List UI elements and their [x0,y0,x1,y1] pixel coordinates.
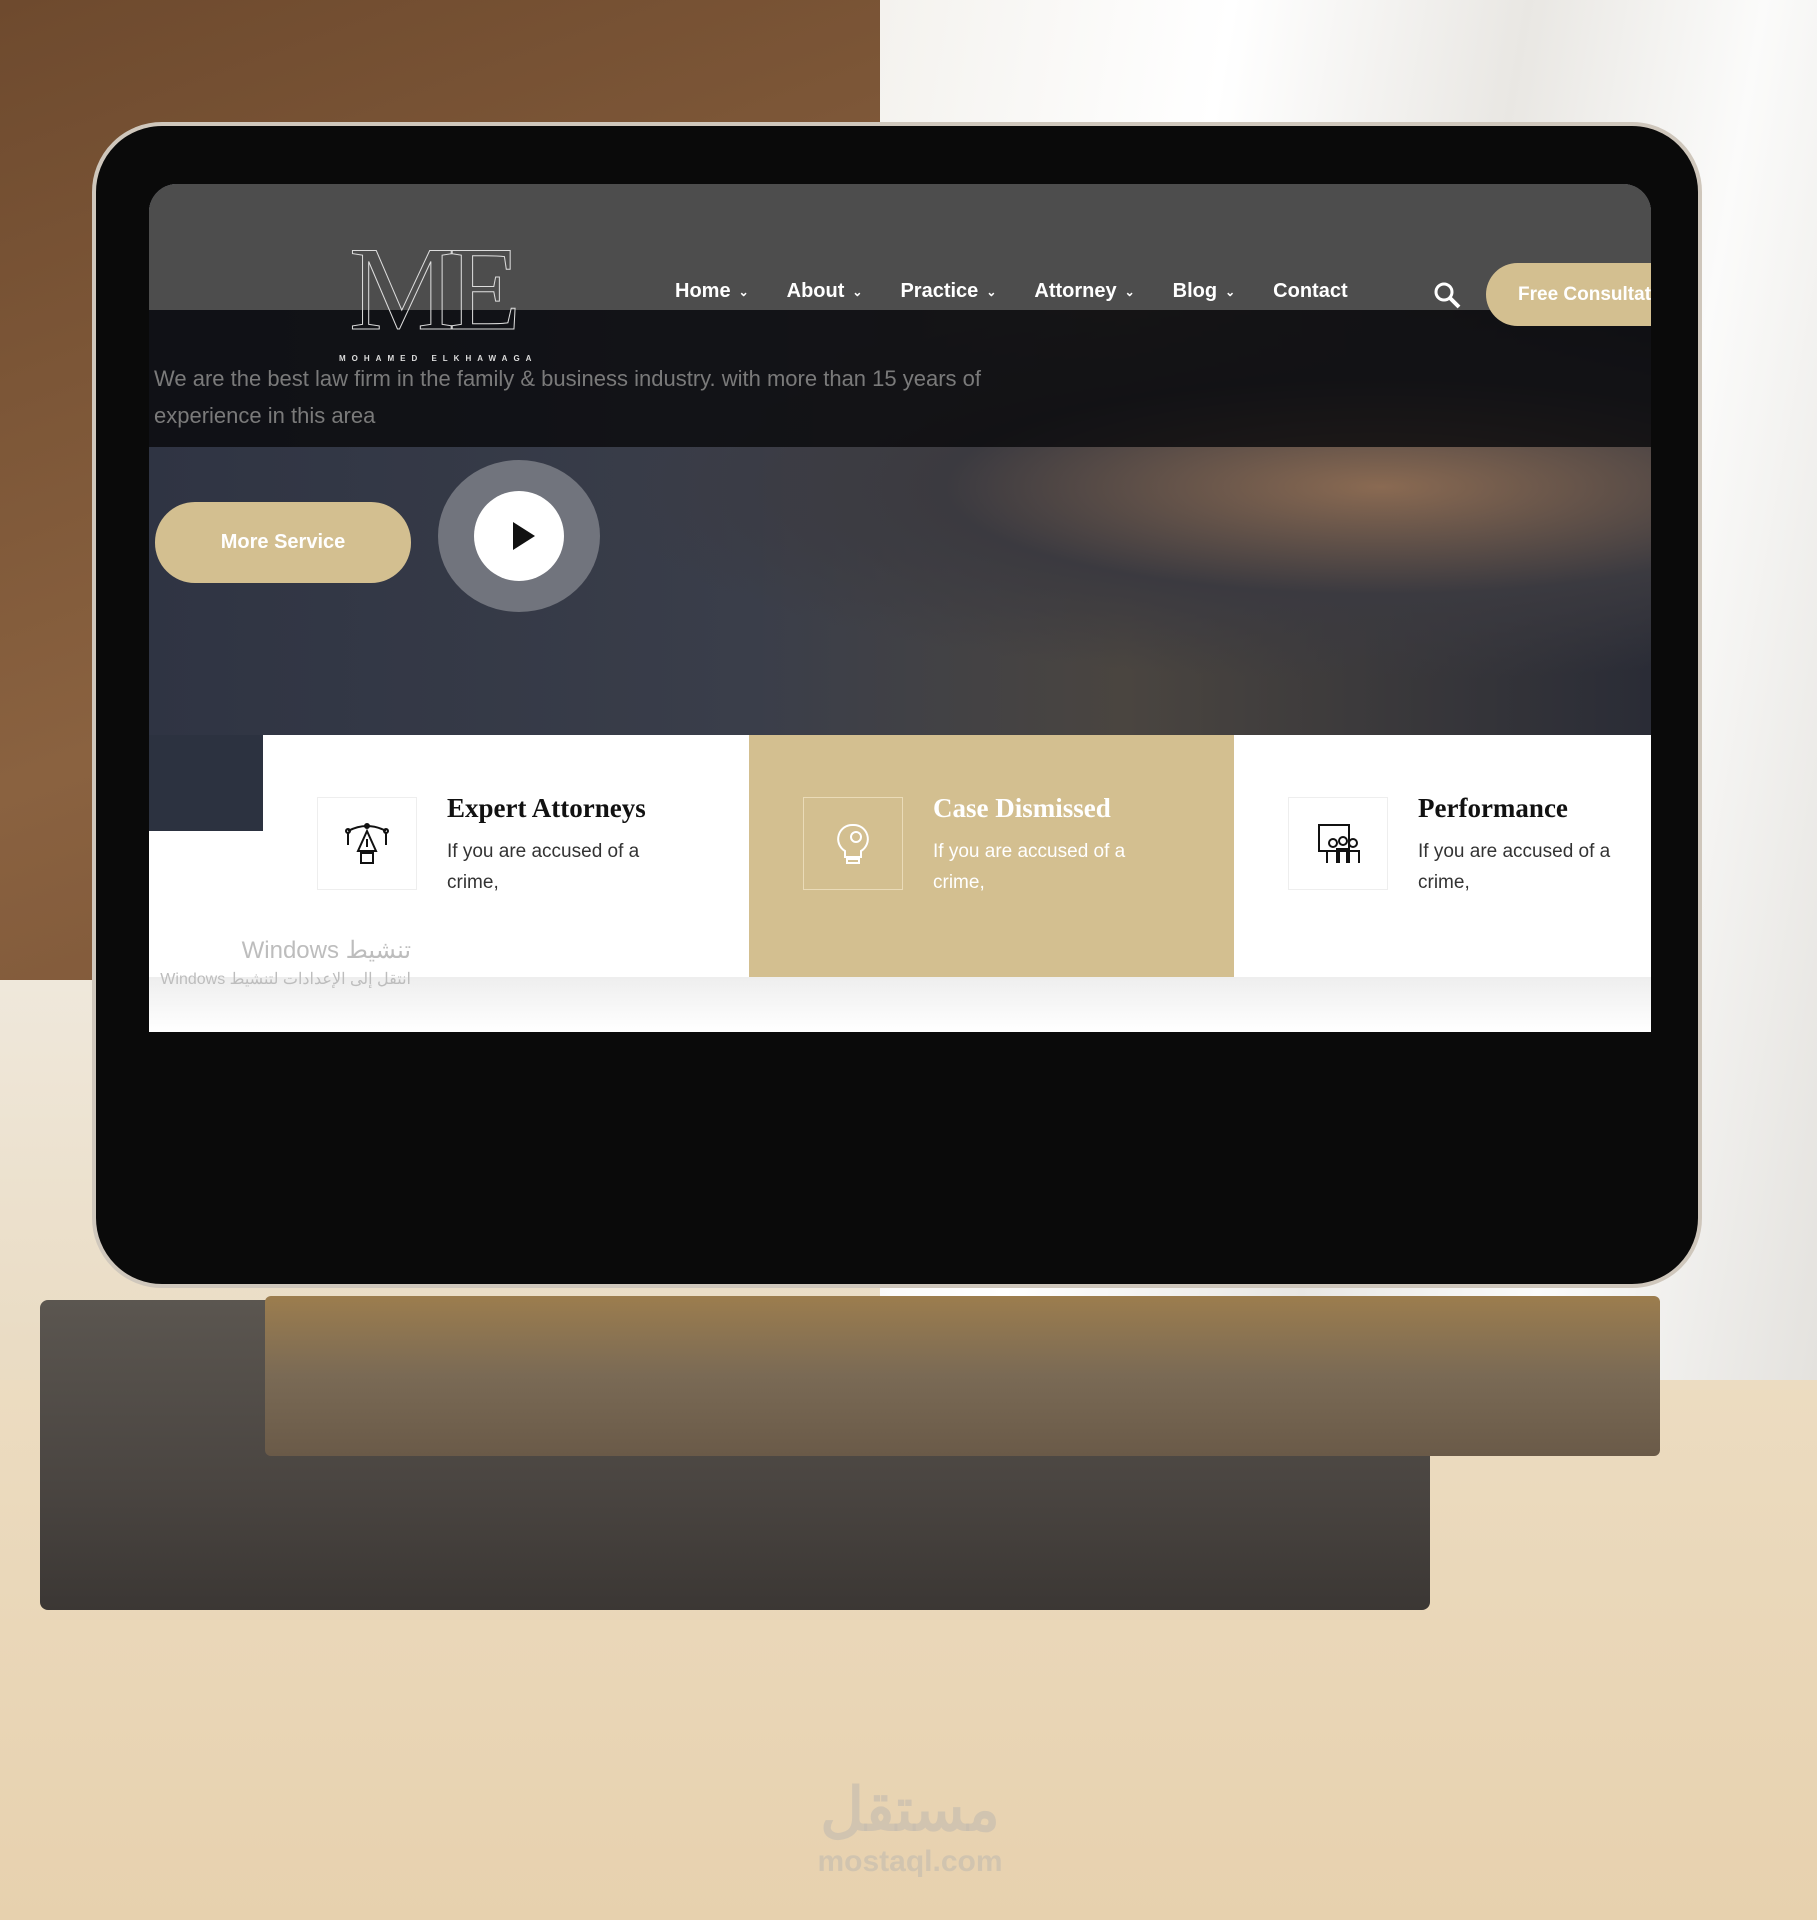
card-body: If you are accused of a crime, [447,841,640,893]
chevron-down-icon: ⌄ [986,284,997,299]
watermark-line: انتقل إلى الإعدادات لتنشيط Windows [160,971,411,988]
nav-label: Practice [900,280,979,302]
main-nav: Home ⌄ About ⌄ Practice ⌄ Attorney ⌄ Blog ⌄ C… [675,280,1386,303]
card-body: If you are accused of a crime, [1418,841,1611,893]
more-service-button[interactable]: More Service [155,502,411,583]
nav-home[interactable]: Home ⌄ [675,280,749,303]
stone-top [265,1296,1660,1456]
nav-label: About [786,280,845,302]
nav-contact[interactable]: Contact [1273,280,1347,303]
decor-block [149,735,263,831]
nav-practice[interactable]: Practice ⌄ [900,280,996,303]
nav-about[interactable]: About ⌄ [787,280,863,303]
watermark-line: تنشيط Windows [241,937,411,964]
nav-label: Attorney [1034,280,1117,302]
card-title: Expert Attorneys [447,793,646,823]
card-title: Performance [1418,793,1568,823]
chevron-down-icon: ⌄ [1225,284,1236,299]
chevron-down-icon: ⌄ [738,284,749,299]
chevron-down-icon: ⌄ [852,284,863,299]
feature-card-performance: Performance If you are accused of a crime… [1234,735,1651,977]
logo-mark: ME [349,222,522,355]
search-icon[interactable] [1432,280,1462,310]
watermark-arabic: مستقل [820,1776,1000,1843]
feature-card-case-dismissed: Case Dismissed If you are accused of a cr… [749,735,1234,977]
lightbulb-gear-icon [803,797,903,890]
logo[interactable]: ME MOHAMED ELKHAWAGA [339,222,531,363]
play-icon [513,522,535,550]
team-icon [1288,797,1388,890]
play-button-inner [474,491,564,581]
nav-blog[interactable]: Blog ⌄ [1173,280,1236,303]
nav-attorney[interactable]: Attorney ⌄ [1034,280,1134,303]
nav-label: Home [675,280,731,302]
nav-label: Contact [1273,280,1348,302]
free-consultation-button[interactable]: Free Consultation [1486,263,1651,326]
hero-tagline: We are the best law firm in the family &… [154,366,981,428]
watermark-url: mostaql.com [817,1845,1003,1878]
pen-tool-icon [317,797,417,890]
play-video-button[interactable] [438,460,600,612]
website-screen: ME MOHAMED ELKHAWAGA Home ⌄ About ⌄ Practi… [149,184,1651,1032]
windows-activation-watermark: تنشيط Windows انتقل إلى الإعدادات لتنشيط… [160,936,411,989]
mostaql-watermark: مستقل mostaql.com [790,1775,1030,1879]
card-title: Case Dismissed [933,793,1111,823]
card-body: If you are accused of a crime, [933,841,1126,893]
chevron-down-icon: ⌄ [1124,284,1135,299]
nav-label: Blog [1172,280,1218,302]
